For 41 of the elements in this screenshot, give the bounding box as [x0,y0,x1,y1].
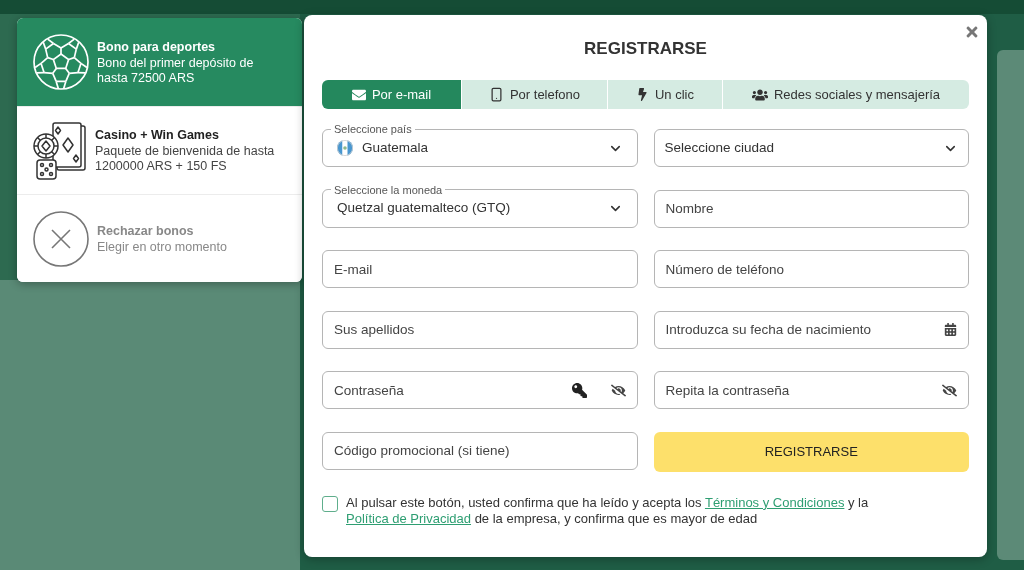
bonus-option[interactable]: Rechazar bonos Elegir en otro momento [17,194,302,282]
bonus-description: Elegir en otro momento [97,239,228,255]
calendar-icon [944,323,957,337]
phone-icon [488,87,504,102]
close-circle-icon [33,210,89,267]
bonus-description: Bono del primer depósito de hasta 72500 ARS [97,55,255,86]
eye-off-icon[interactable] [942,382,957,398]
envelope-icon [351,87,366,102]
tab[interactable]: Por telefono [461,80,607,109]
bonus-description: Paquete de bienvenida de hasta 1200000 ARS + 150 FS [95,144,276,174]
input-field[interactable]: Nombre [653,189,969,228]
select-field[interactable]: Seleccione ciudad [653,129,969,167]
key-icon[interactable] [571,382,587,398]
lightning-icon [636,88,649,101]
password-field[interactable]: Repita la contraseña [653,371,969,410]
bonus-title: Rechazar bonos [97,222,195,240]
consent-checkbox[interactable] [322,495,338,512]
cards-chip-dice-icon [33,121,87,180]
eye-off-icon[interactable] [610,382,626,398]
register-button[interactable]: REGISTRARSE [653,431,969,472]
bonus-option[interactable]: Bono para deportes Bono del primer depósito de hasta 72500 ARS [17,18,302,106]
bonus-title: Bono para deportes [97,38,217,56]
input-field[interactable]: Sus apellidos [322,310,638,349]
tab[interactable]: Por e-mail [322,80,461,109]
close-icon [964,24,980,40]
consent-link[interactable]: Términos y Condiciones [704,494,845,510]
input-field[interactable]: E-mail [322,250,638,289]
tab[interactable]: Un clic [607,80,722,109]
dialog-title: REGISTRARSE [584,38,707,60]
select-field[interactable]: Seleccione país Guatemala [322,123,638,167]
date-field[interactable]: Introduzca su fecha de nacimiento [653,310,969,349]
input-field[interactable]: Código promocional (si tiene) [322,431,638,470]
bonus-option[interactable]: Casino + Win Games Paquete de bienvenida de hasta 1200000 ARS + 150 FS [17,106,302,194]
tab[interactable]: Redes sociales y mensajería [722,80,969,109]
consent-text: Al pulsar este botón, usted confirma que ha leído y acepta los Términos y Condiciones y la Política de Privacidad de la empresa, y confirma que es mayor de edad [346,494,870,527]
password-field[interactable]: Contraseña [322,371,638,410]
select-field[interactable]: Seleccione la moneda Quetzal guatemalteco (GTQ) [322,183,638,228]
close-button[interactable] [964,24,980,40]
bonus-title: Casino + Win Games [95,127,220,144]
soccer-ball-icon [33,34,89,90]
input-field[interactable]: Número de teléfono [653,250,969,289]
